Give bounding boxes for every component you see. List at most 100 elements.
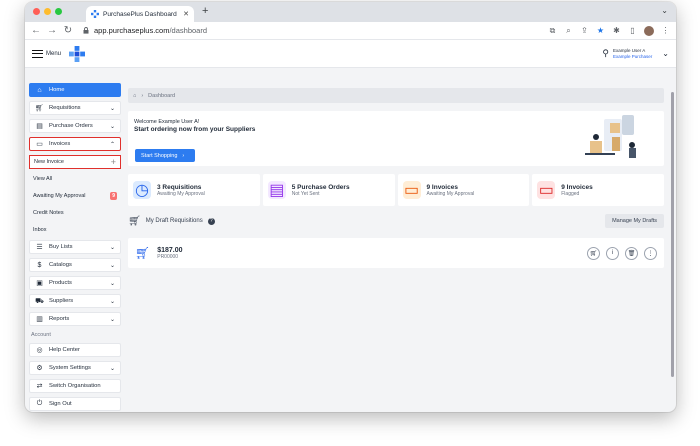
sidebar-subitem-inbox[interactable]: Inbox — [29, 223, 121, 237]
sidebar-item-reports[interactable]: ▥ Reports ⌄ — [29, 312, 121, 326]
tab-search-icon[interactable]: ⌄ — [661, 6, 668, 15]
stat-card-requisitions[interactable]: ◷ 3 Requisitions Awaiting My Approval — [128, 174, 260, 206]
sidebar-item-system-settings[interactable]: ⚙ System Settings ⌄ — [29, 361, 121, 375]
forward-button[interactable]: → — [47, 25, 57, 36]
sidebar-item-label: System Settings — [49, 365, 91, 371]
browser-toolbar: ← → ↻ app.purchaseplus.com/dashboard ⧉ ⌕… — [25, 22, 676, 40]
sidebar-item-label: Requisitions — [49, 105, 81, 111]
url-domain: app.purchaseplus.com — [94, 26, 170, 35]
shop-cart-icon[interactable]: 🛒︎ — [587, 246, 600, 260]
sidepanel-icon[interactable]: ▯ — [628, 26, 637, 35]
info-icon[interactable]: i — [606, 246, 619, 260]
sidebar-item-label: Buy Lists — [49, 244, 73, 250]
sidebar-item-help-center[interactable]: ◎ Help Center — [29, 343, 121, 357]
browser-menu-icon[interactable]: ⋮ — [661, 26, 670, 35]
address-bar[interactable]: app.purchaseplus.com/dashboard — [79, 26, 542, 35]
help-icon[interactable]: ? — [207, 217, 215, 225]
bar-chart-icon: ▥ — [36, 316, 43, 323]
manage-drafts-button[interactable]: Manage My Drafts — [605, 214, 664, 228]
main-content: ⌂ › Dashboard Welcome Example User A! St… — [128, 68, 664, 412]
zoom-icon[interactable]: ⌕ — [564, 26, 573, 35]
draft-requisition-row[interactable]: 🛒︎ $187.00 PR00000 🛒︎ i 🗑︎ ⋮ — [128, 238, 664, 268]
menu-button[interactable]: Menu — [32, 49, 61, 58]
sidebar-item-catalogs[interactable]: $ Catalogs ⌄ — [29, 258, 121, 272]
document-icon: ▭ — [537, 181, 556, 199]
maximize-window-button[interactable] — [55, 8, 62, 15]
box-icon: ▣ — [36, 280, 43, 287]
welcome-greeting: Welcome Example User A! — [134, 119, 200, 125]
sidebar-subitem-new-invoice[interactable]: New Invoice + — [29, 155, 121, 169]
close-window-button[interactable] — [33, 8, 40, 15]
chevron-down-icon: ⌄ — [662, 49, 669, 58]
shopping-illustration-icon — [585, 115, 636, 158]
stat-title: 9 Invoices — [426, 183, 458, 191]
user-icon: ⚲ — [602, 48, 610, 58]
sidebar-item-switch-organisation[interactable]: ⇄ Switch Organisation — [29, 379, 121, 393]
share-icon[interactable]: ⇪ — [580, 26, 589, 35]
stat-subtitle: Not Yet Sent — [291, 190, 320, 197]
back-button[interactable]: ← — [31, 25, 41, 36]
welcome-headline: Start ordering now from your Suppliers — [134, 126, 256, 133]
stat-subtitle: Flagged — [561, 190, 580, 197]
welcome-card: Welcome Example User A! Start ordering n… — [128, 111, 664, 166]
stat-card-invoices-awaiting[interactable]: ▭ 9 Invoices Awaiting My Approval — [397, 174, 530, 206]
sidebar-item-buy-lists[interactable]: ☰ Buy Lists ⌄ — [29, 240, 121, 254]
app-header: Menu ⚲ Example User A Example Purchaser … — [25, 40, 676, 68]
extensions-icon[interactable]: ✱ — [612, 26, 621, 35]
sidebar-subitem-view-all[interactable]: View All — [29, 172, 121, 186]
chevron-up-icon: ⌃ — [109, 141, 115, 148]
user-role: Example Purchaser — [613, 53, 653, 59]
tab-title: PurchasePlus Dashboard — [103, 10, 177, 18]
draft-amount: $187.00 — [157, 246, 183, 254]
cart-icon: 🛒︎ — [128, 215, 141, 227]
plus-icon: + — [110, 157, 116, 167]
document-icon: ▭ — [36, 141, 43, 148]
close-tab-icon[interactable]: ✕ — [183, 10, 189, 18]
sidebar-item-sign-out[interactable]: ⏻ Sign Out — [29, 397, 121, 411]
sidebar-item-products[interactable]: ▣ Products ⌄ — [29, 276, 121, 290]
sidebar-item-label: Switch Organisation — [49, 383, 101, 389]
browser-tab[interactable]: PurchasePlus Dashboard ✕ — [86, 6, 194, 22]
reload-button[interactable]: ↻ — [63, 25, 73, 36]
bookmark-star-icon[interactable]: ★ — [596, 26, 605, 35]
sidebar-subitem-awaiting-approval[interactable]: Awaiting My Approval 9 — [29, 189, 121, 203]
home-icon[interactable]: ⌂ — [133, 93, 136, 99]
sidebar-item-requisitions[interactable]: 🛒︎ Requisitions ⌄ — [29, 101, 121, 115]
chevron-down-icon: ⌄ — [109, 365, 115, 372]
more-options-icon[interactable]: ⋮ — [644, 246, 657, 260]
profile-avatar[interactable] — [644, 25, 654, 36]
drafts-title: My Draft Requisitions — [145, 218, 203, 224]
sidebar-item-label: Help Center — [49, 347, 80, 353]
stat-title: 3 Requisitions — [157, 183, 202, 191]
subitem-label: View All — [33, 176, 53, 182]
trash-icon[interactable]: 🗑︎ — [625, 246, 638, 260]
sidebar-item-label: Invoices — [49, 141, 71, 147]
new-tab-button[interactable]: + — [202, 5, 208, 17]
brand-logo-icon[interactable] — [69, 45, 86, 62]
sidebar-item-suppliers[interactable]: ⛟ Suppliers ⌄ — [29, 294, 121, 308]
clipboard-icon: ▤ — [36, 123, 43, 130]
stat-card-purchase-orders[interactable]: ▤ 5 Purchase Orders Not Yet Sent — [262, 174, 395, 206]
start-shopping-button[interactable]: Start Shopping › — [135, 149, 195, 162]
stat-card-invoices-flagged[interactable]: ▭ 9 Invoices Flagged — [532, 174, 664, 206]
sidebar-item-purchase-orders[interactable]: ▤ Purchase Orders ⌄ — [29, 119, 121, 133]
sidebar-item-invoices[interactable]: ▭ Invoices ⌃ — [29, 137, 121, 151]
page-scrollbar[interactable] — [671, 92, 674, 377]
sidebar-subitem-credit-notes[interactable]: Credit Notes — [29, 206, 121, 220]
subitem-label: Credit Notes — [33, 210, 64, 216]
button-label: Start Shopping — [141, 152, 178, 159]
list-icon: ☰ — [36, 244, 43, 251]
subitem-label: New Invoice — [34, 159, 64, 165]
chevron-down-icon: ⌄ — [109, 262, 115, 269]
chevron-right-icon: › — [182, 152, 185, 159]
minimize-window-button[interactable] — [44, 8, 51, 15]
install-app-icon[interactable]: ⧉ — [548, 26, 557, 35]
sidebar-item-label: Products — [49, 280, 72, 286]
cart-icon: 🛒︎ — [35, 105, 44, 112]
sidebar-item-home[interactable]: ⌂ Home — [29, 83, 121, 97]
sidebar-item-label: Catalogs — [49, 262, 72, 268]
sidebar-item-label: Home — [49, 87, 65, 93]
stat-subtitle: Awaiting My Approval — [426, 190, 475, 197]
user-menu[interactable]: ⚲ Example User A Example Purchaser ⌄ — [602, 48, 669, 59]
dollar-icon: $ — [37, 261, 42, 269]
